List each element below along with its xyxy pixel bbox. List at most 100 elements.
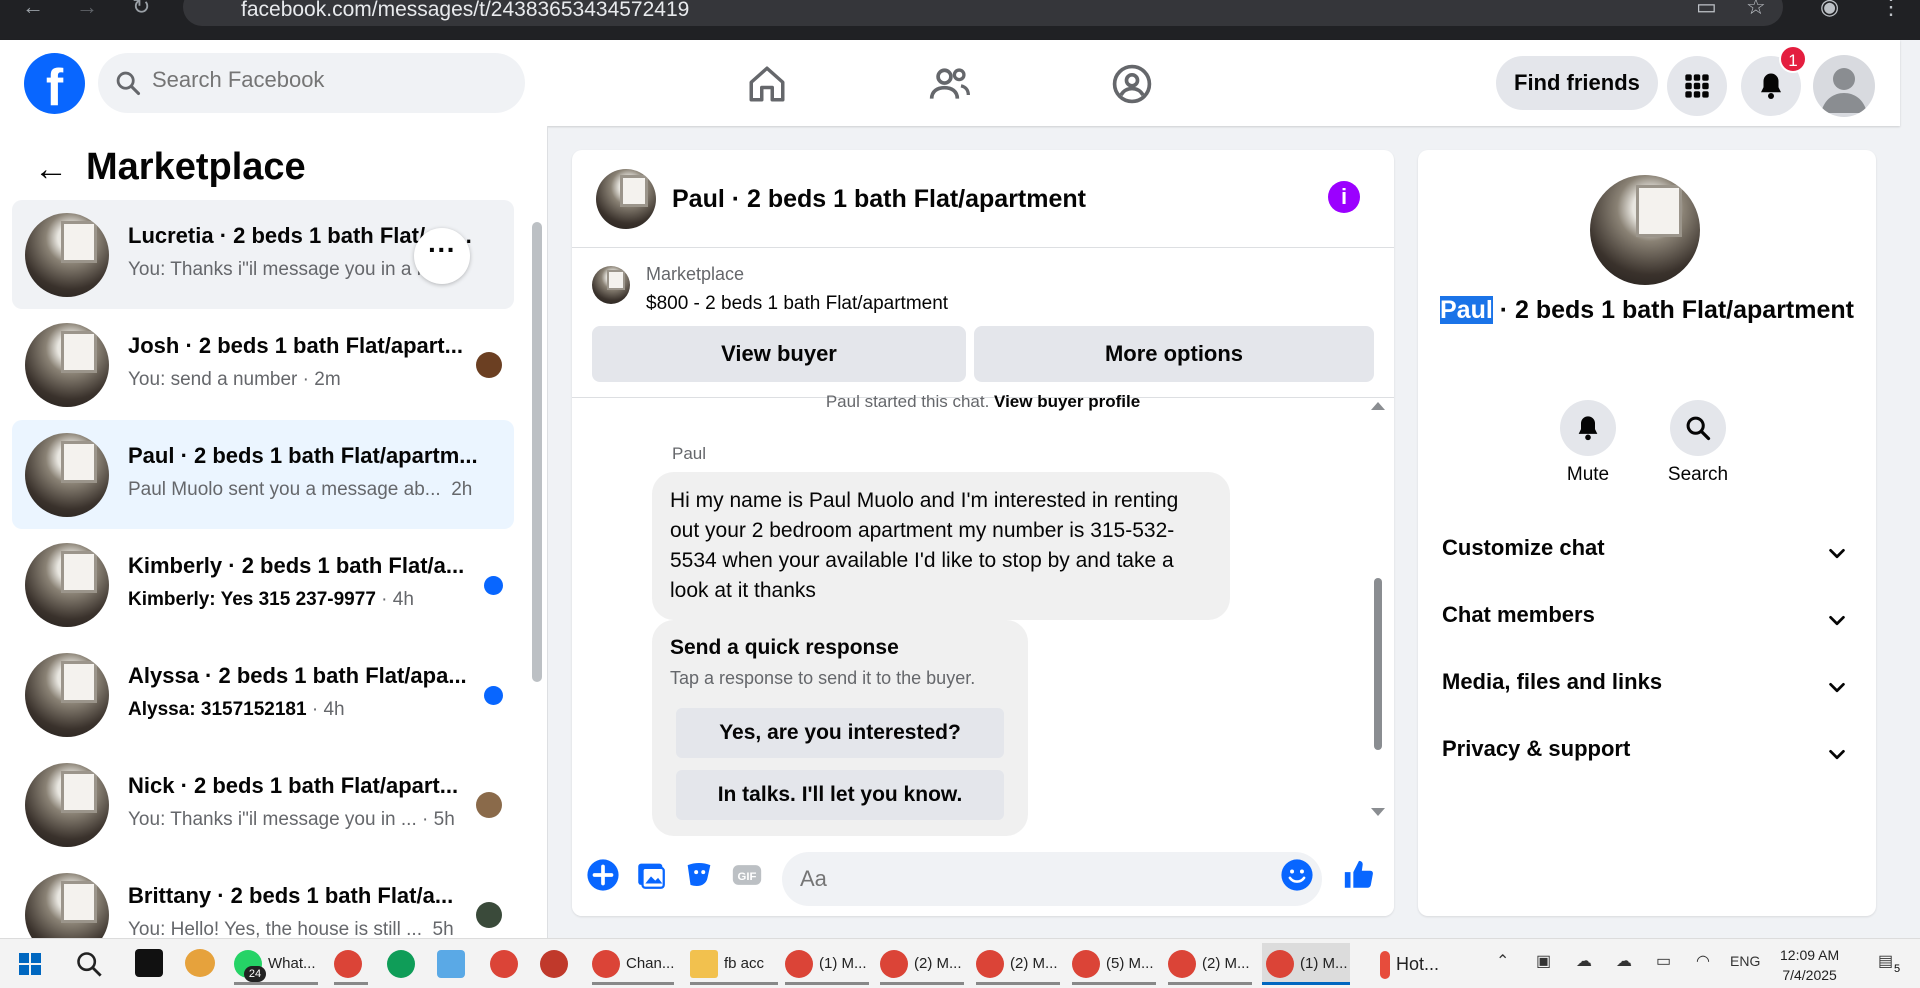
listing-thumbnail <box>25 873 109 938</box>
message-composer: GIF <box>572 836 1394 916</box>
taskbar-app[interactable]: (2) M... <box>976 943 1060 985</box>
more-options-button[interactable]: ··· <box>414 228 470 284</box>
more-options-button[interactable]: More options <box>974 326 1374 382</box>
scroll-up-arrow-icon[interactable] <box>1371 402 1385 410</box>
taskbar-app[interactable] <box>490 943 524 985</box>
sidebar-scrollbar[interactable] <box>532 222 542 682</box>
groups-icon[interactable] <box>1110 62 1154 106</box>
taskbar-app[interactable]: (5) M... <box>1072 943 1156 985</box>
thread-item[interactable]: Nick · 2 beds 1 bath Flat/apart... You: … <box>12 750 514 859</box>
privacy-support-section[interactable]: Privacy & support <box>1442 736 1854 776</box>
taskbar-clock[interactable]: 12:09 AM 7/4/2025 <box>1780 945 1839 985</box>
browser-menu-icon[interactable]: ⋮ <box>1880 0 1902 20</box>
taskbar-search-icon[interactable] <box>75 950 103 978</box>
wifi-icon[interactable]: ◠ <box>1696 951 1710 971</box>
back-arrow-icon[interactable]: ← <box>34 150 68 189</box>
photo-icon[interactable] <box>634 858 668 892</box>
install-app-icon[interactable]: ▭ <box>1696 0 1717 20</box>
quick-response-card: Send a quick response Tap a response to … <box>652 620 1028 836</box>
notification-badge: 1 <box>1779 45 1807 73</box>
media-files-links-section[interactable]: Media, files and links <box>1442 669 1854 709</box>
listing-thumbnail <box>25 653 109 737</box>
taskbar-app[interactable] <box>540 943 574 985</box>
seen-avatar <box>476 352 502 378</box>
scroll-down-arrow-icon[interactable] <box>1371 808 1385 816</box>
weather-widget[interactable]: Hot... <box>1380 943 1460 985</box>
taskbar-app[interactable] <box>334 943 368 985</box>
taskbar-app[interactable]: Chan... <box>592 943 674 985</box>
menu-grid-button[interactable] <box>1667 56 1727 116</box>
thread-item-active[interactable]: Paul · 2 beds 1 bath Flat/apartm... Paul… <box>12 420 514 529</box>
system-tray-icon[interactable]: ▣ <box>1536 951 1551 971</box>
quick-reply-button[interactable]: In talks. I'll let you know. <box>676 770 1004 820</box>
unread-dot <box>484 686 503 705</box>
view-buyer-button[interactable]: View buyer <box>592 326 966 382</box>
app-icon[interactable] <box>185 949 215 977</box>
message-input[interactable] <box>782 852 1322 906</box>
taskbar-app[interactable]: (2) M... <box>1168 943 1252 985</box>
taskbar-app[interactable]: fb acc <box>690 943 778 985</box>
thread-item[interactable]: Josh · 2 beds 1 bath Flat/apart... You: … <box>12 310 514 419</box>
chevron-down-icon <box>1829 682 1845 693</box>
plus-icon[interactable] <box>586 858 620 892</box>
view-buyer-profile-link[interactable]: View buyer profile <box>994 392 1140 411</box>
customize-chat-section[interactable]: Customize chat <box>1442 535 1854 575</box>
search-conversation-button[interactable]: Search <box>1648 400 1748 486</box>
chat-scrollbar[interactable] <box>1374 578 1382 750</box>
mute-label: Mute <box>1566 464 1610 485</box>
listing-thumbnail <box>592 266 630 304</box>
thumbs-up-icon[interactable] <box>1342 858 1376 892</box>
bookmark-star-icon[interactable]: ☆ <box>1746 0 1766 20</box>
search-icon <box>1686 416 1711 441</box>
chat-header: Paul · 2 beds 1 bath Flat/apartment i <box>572 150 1394 248</box>
chat-avatar[interactable] <box>596 169 656 229</box>
page-scrollbar[interactable] <box>1904 40 1920 938</box>
back-arrow-icon[interactable]: ← <box>22 0 44 19</box>
taskbar-app[interactable]: (1) M... <box>785 943 869 985</box>
facebook-logo[interactable]: f <box>24 53 85 114</box>
thread-snippet: Alyssa: 3157152181 · 4h <box>128 699 345 720</box>
info-icon[interactable]: i <box>1328 181 1360 213</box>
thread-snippet: You: Hello! Yes, the house is still ... … <box>128 919 454 938</box>
gif-icon[interactable]: GIF <box>730 858 764 892</box>
taskbar-app-active[interactable]: (1) M... <box>1262 943 1350 985</box>
battery-icon[interactable]: ▭ <box>1656 951 1671 971</box>
profile-icon[interactable]: ◉ <box>1820 0 1839 20</box>
address-bar[interactable]: facebook.com/messages/t/2438365343457241… <box>183 0 1783 26</box>
chat-members-section[interactable]: Chat members <box>1442 602 1854 642</box>
taskbar-app[interactable] <box>387 943 421 985</box>
thread-item[interactable]: Alyssa · 2 beds 1 bath Flat/apa... Alyss… <box>12 640 514 749</box>
chat-title[interactable]: Paul · 2 beds 1 bath Flat/apartment <box>672 185 1086 214</box>
emoji-icon[interactable] <box>1280 858 1314 892</box>
listing-label: Marketplace <box>646 264 745 284</box>
thread-item[interactable]: Lucretia · 2 beds 1 bath Flat/apartment … <box>12 200 514 309</box>
home-icon[interactable] <box>746 62 788 106</box>
language-indicator[interactable]: ENG <box>1730 953 1760 969</box>
message-bubble: Hi my name is Paul Muolo and I'm interes… <box>652 472 1230 620</box>
friends-icon[interactable] <box>928 62 972 106</box>
search-input[interactable] <box>152 67 492 93</box>
thread-item[interactable]: Brittany · 2 beds 1 bath Flat/a... You: … <box>12 860 514 938</box>
onedrive-icon[interactable]: ☁ <box>1616 951 1632 971</box>
windows-start-icon[interactable] <box>18 952 42 976</box>
thread-name: Paul · 2 beds 1 bath Flat/apartm... <box>128 443 478 468</box>
taskbar-app[interactable] <box>437 943 471 985</box>
thread-item[interactable]: Kimberly · 2 beds 1 bath Flat/a... Kimbe… <box>12 530 514 639</box>
listing-price[interactable]: $800 - 2 beds 1 bath Flat/apartment <box>646 293 948 315</box>
app-icon[interactable] <box>135 949 163 977</box>
thread-name: Alyssa · 2 beds 1 bath Flat/apa... <box>128 663 467 688</box>
forward-arrow-icon[interactable]: → <box>76 0 98 19</box>
taskbar-app[interactable]: (2) M... <box>880 943 964 985</box>
default-avatar-icon <box>1821 68 1867 113</box>
listing-thumbnail <box>25 543 109 627</box>
account-avatar[interactable] <box>1813 55 1875 117</box>
cloud-icon[interactable]: ☁ <box>1576 951 1592 971</box>
chevron-up-icon[interactable]: ⌃ <box>1496 951 1509 971</box>
search-bar[interactable] <box>98 53 525 113</box>
mute-button[interactable]: Mute <box>1538 400 1638 486</box>
sticker-icon[interactable] <box>682 858 716 892</box>
reload-icon[interactable]: ↻ <box>132 0 150 19</box>
quick-reply-button[interactable]: Yes, are you interested? <box>676 708 1004 758</box>
find-friends-button[interactable]: Find friends <box>1496 56 1658 110</box>
notification-center-icon[interactable]: ▤ <box>1878 951 1893 971</box>
